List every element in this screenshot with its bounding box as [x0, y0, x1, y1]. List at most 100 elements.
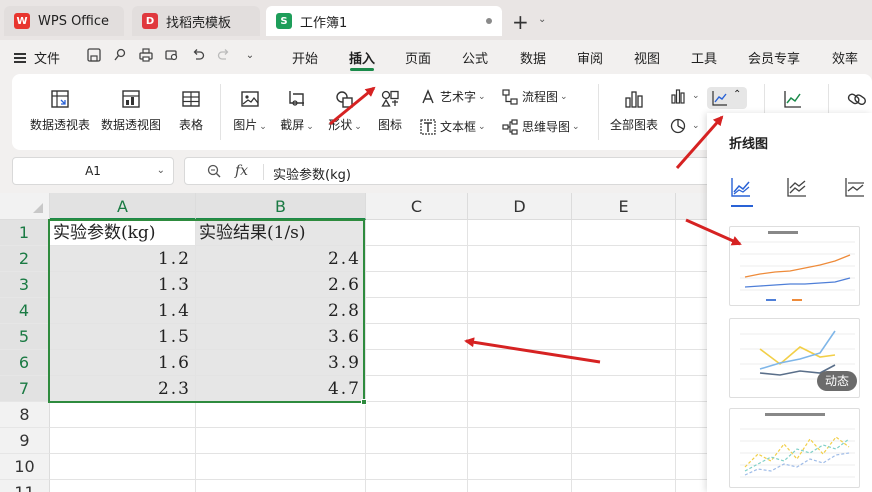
cell-a7[interactable]: 2.3 — [50, 376, 196, 402]
row-header-11[interactable]: 11 — [0, 480, 50, 492]
tab-wps-office[interactable]: W WPS Office — [4, 6, 124, 36]
tab-docer-templates[interactable]: D 找稻壳模板 — [132, 6, 260, 36]
menu-insert[interactable]: 插入 — [349, 48, 375, 67]
row-header-10[interactable]: 10 — [0, 454, 50, 480]
new-tab-plus-icon[interactable]: + — [512, 10, 529, 34]
row-header-4[interactable]: 4 — [0, 298, 50, 324]
cell-b7[interactable]: 4.7 — [196, 376, 366, 402]
cell-a2[interactable]: 1.2 — [50, 246, 196, 272]
cell-b5[interactable]: 3.6 — [196, 324, 366, 350]
cell-a9[interactable] — [50, 428, 196, 454]
cell-e3[interactable] — [572, 272, 676, 298]
column-header-b[interactable]: B — [196, 193, 366, 220]
cell-d2[interactable] — [468, 246, 572, 272]
cell-c8[interactable] — [366, 402, 468, 428]
cell-b8[interactable] — [196, 402, 366, 428]
menu-page[interactable]: 页面 — [405, 48, 431, 67]
cell-a5[interactable]: 1.5 — [50, 324, 196, 350]
cell-c9[interactable] — [366, 428, 468, 454]
tab-list-chevron-icon[interactable]: ⌄ — [538, 14, 546, 25]
spreadsheet-grid[interactable]: A B C D E 1 实验参数(kg) 实验结果(1/s) 2 1.2 2.4 3 1.3 2… — [0, 193, 712, 492]
cell-d9[interactable] — [468, 428, 572, 454]
cell-e6[interactable] — [572, 350, 676, 376]
cell-c7[interactable] — [366, 376, 468, 402]
print-preview-icon[interactable] — [164, 48, 180, 64]
menu-member[interactable]: 会员专享 — [748, 48, 800, 67]
cell-e8[interactable] — [572, 402, 676, 428]
wordart-button[interactable]: 艺术字 ⌄ — [420, 88, 486, 105]
screenshot-button[interactable]: 截屏 ⌄ — [276, 88, 318, 133]
unsaved-dot-icon[interactable] — [486, 18, 492, 24]
cell-c2[interactable] — [366, 246, 468, 272]
cell-d7[interactable] — [468, 376, 572, 402]
menu-view[interactable]: 视图 — [634, 48, 660, 67]
cell-c5[interactable] — [366, 324, 468, 350]
table-button[interactable]: 表格 — [174, 88, 208, 133]
quick-access-more-chevron-icon[interactable]: ⌄ — [242, 48, 258, 64]
cell-e10[interactable] — [572, 454, 676, 480]
column-header-e[interactable]: E — [572, 193, 676, 220]
cell-e2[interactable] — [572, 246, 676, 272]
menu-data[interactable]: 数据 — [520, 48, 546, 67]
cell-e1[interactable] — [572, 220, 676, 246]
column-header-d[interactable]: D — [468, 193, 572, 220]
link-button[interactable] — [846, 88, 868, 116]
print-icon[interactable] — [138, 48, 154, 64]
row-header-1[interactable]: 1 — [0, 220, 50, 246]
cell-b4[interactable]: 2.8 — [196, 298, 366, 324]
cell-b9[interactable] — [196, 428, 366, 454]
column-header-a[interactable]: A — [50, 193, 196, 220]
picture-button[interactable]: 图片 ⌄ — [230, 88, 270, 133]
row-header-6[interactable]: 6 — [0, 350, 50, 376]
select-all-corner[interactable] — [0, 193, 50, 220]
save-icon[interactable] — [86, 48, 102, 64]
flowchart-button[interactable]: 流程图 ⌄ — [502, 88, 568, 105]
file-menu[interactable]: 文件 — [14, 48, 60, 67]
tab-workbook[interactable]: S 工作簿1 — [266, 6, 502, 36]
icon-button[interactable]: 图标 — [374, 88, 406, 133]
cell-c10[interactable] — [366, 454, 468, 480]
cell-c4[interactable] — [366, 298, 468, 324]
cell-b11[interactable] — [196, 480, 366, 492]
cell-e7[interactable] — [572, 376, 676, 402]
cell-c11[interactable] — [366, 480, 468, 492]
sparkline-button[interactable] — [778, 88, 808, 116]
cell-a6[interactable]: 1.6 — [50, 350, 196, 376]
menu-home[interactable]: 开始 — [292, 48, 318, 67]
menu-review[interactable]: 审阅 — [577, 48, 603, 67]
percent-line-chart-icon[interactable] — [841, 173, 869, 201]
cell-a3[interactable]: 1.3 — [50, 272, 196, 298]
row-header-3[interactable]: 3 — [0, 272, 50, 298]
cell-c1[interactable] — [366, 220, 468, 246]
row-header-9[interactable]: 9 — [0, 428, 50, 454]
zoom-search-icon[interactable] — [207, 164, 221, 182]
chart-template-basic-line[interactable] — [729, 226, 860, 306]
cell-e5[interactable] — [572, 324, 676, 350]
cell-d11[interactable] — [468, 480, 572, 492]
function-icon[interactable]: fx — [235, 163, 248, 179]
row-header-7[interactable]: 7 — [0, 376, 50, 402]
cell-d10[interactable] — [468, 454, 572, 480]
row-header-2[interactable]: 2 — [0, 246, 50, 272]
cell-c3[interactable] — [366, 272, 468, 298]
column-header-c[interactable]: C — [366, 193, 468, 220]
pivot-chart-button[interactable]: 数据透视图 — [100, 88, 162, 133]
cell-a11[interactable] — [50, 480, 196, 492]
cell-d3[interactable] — [468, 272, 572, 298]
cell-d6[interactable] — [468, 350, 572, 376]
pivot-table-button[interactable]: 数据透视表 — [30, 88, 90, 133]
cell-c6[interactable] — [366, 350, 468, 376]
all-charts-button[interactable]: 全部图表 — [608, 88, 660, 133]
row-header-8[interactable]: 8 — [0, 402, 50, 428]
cell-e9[interactable] — [572, 428, 676, 454]
menu-tools[interactable]: 工具 — [691, 48, 717, 67]
line-chart-dropdown[interactable]: ⌃ — [707, 87, 747, 109]
cell-b1[interactable]: 实验结果(1/s) — [196, 220, 366, 246]
redo-icon[interactable] — [216, 48, 232, 64]
cell-a10[interactable] — [50, 454, 196, 480]
column-chart-dropdown[interactable]: ⌄ — [670, 88, 700, 104]
cell-d8[interactable] — [468, 402, 572, 428]
shape-button[interactable]: 形状 ⌄ — [324, 88, 366, 133]
cell-a8[interactable] — [50, 402, 196, 428]
cell-b6[interactable]: 3.9 — [196, 350, 366, 376]
